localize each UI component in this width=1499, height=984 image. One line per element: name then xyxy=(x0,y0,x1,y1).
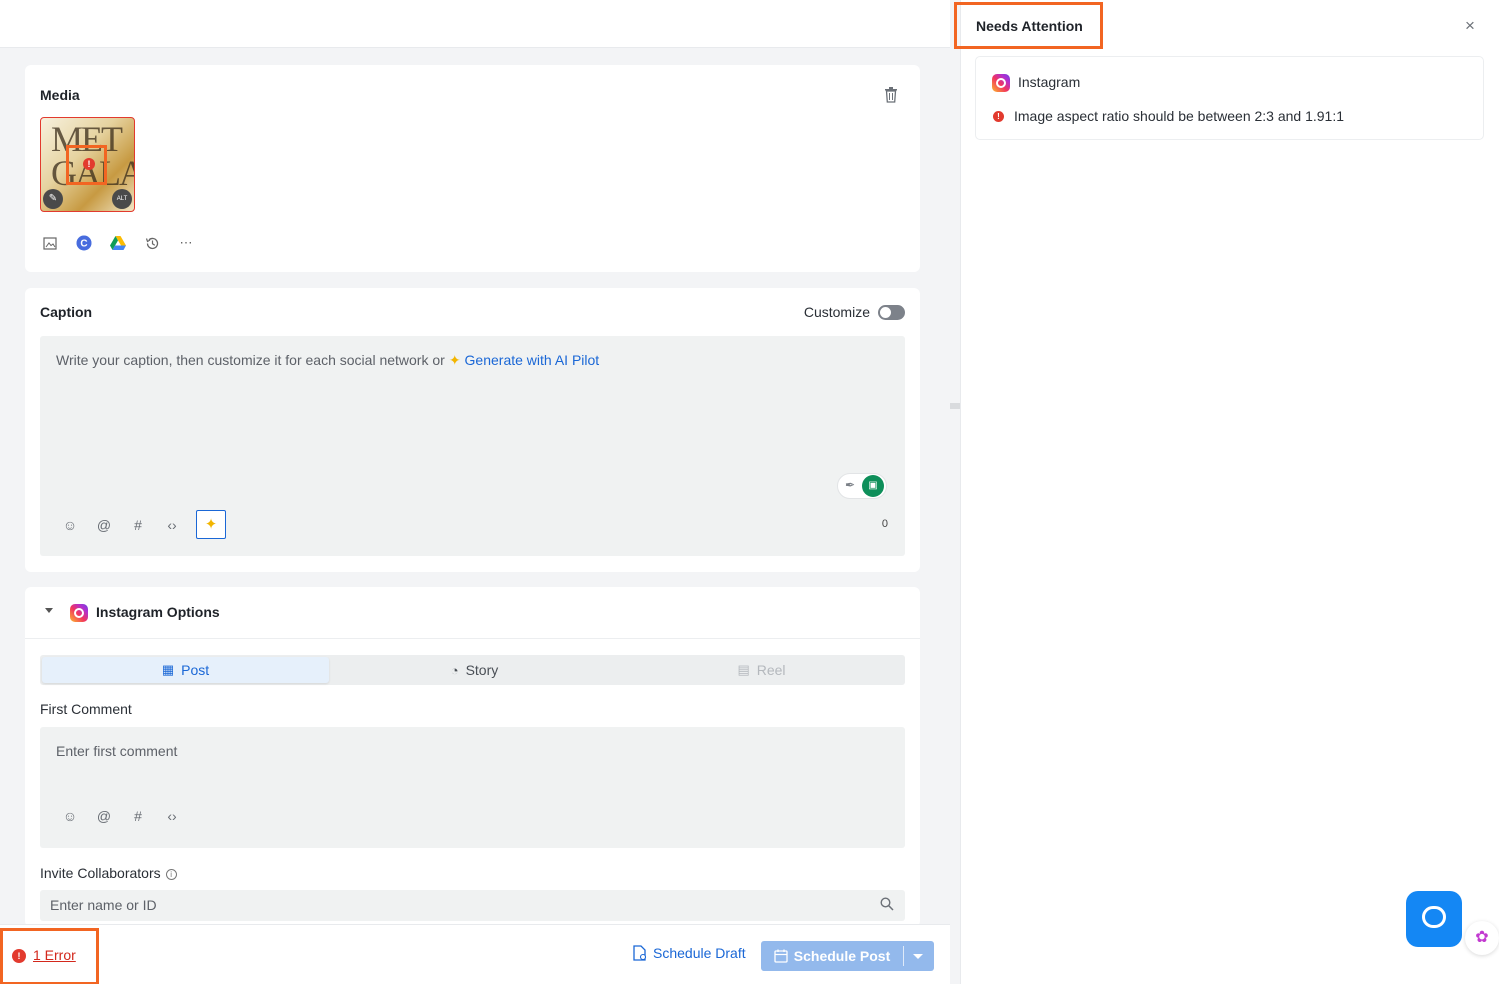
issue-network: Instagram xyxy=(1018,74,1081,90)
feather-icon[interactable]: ✒ xyxy=(845,478,861,494)
tab-post[interactable]: ▦ Post xyxy=(42,657,329,683)
help-chat-button[interactable] xyxy=(1406,891,1462,947)
history-icon[interactable] xyxy=(142,233,162,253)
top-bar xyxy=(0,0,950,48)
error-icon: ! xyxy=(83,158,95,170)
schedule-post-button[interactable]: Schedule Post xyxy=(761,941,934,971)
character-count: 0 xyxy=(881,518,888,530)
first-comment-input[interactable]: Enter first comment ☺ @ # ‹› xyxy=(40,727,905,848)
canva-icon[interactable]: C xyxy=(74,233,94,253)
instagram-options-card: Instagram Options ▦ Post ◔ Story ▤ Reel … xyxy=(25,587,920,924)
schedule-post-main[interactable]: Schedule Post xyxy=(761,941,903,971)
button-divider xyxy=(903,946,904,966)
panel-resize-handle[interactable] xyxy=(950,403,960,409)
emoji-icon[interactable]: ☺ xyxy=(60,515,80,535)
caption-placeholder: Write your caption, then customize it fo… xyxy=(56,352,599,369)
media-toolbar: C ⋯ xyxy=(40,233,196,253)
mention-icon[interactable]: @ xyxy=(94,806,114,826)
post-type-tabs: ▦ Post ◔ Story ▤ Reel xyxy=(40,655,905,685)
media-thumbnail[interactable]: MET GALA ! ✎ ALT xyxy=(40,117,135,212)
customize-label: Customize xyxy=(803,304,870,320)
media-title: Media xyxy=(40,87,80,103)
hashtag-icon[interactable]: # xyxy=(128,806,148,826)
edit-icon[interactable]: ✎ xyxy=(43,189,63,209)
more-options-icon[interactable]: ⋯ xyxy=(176,233,196,253)
issue-message: Image aspect ratio should be between 2:3… xyxy=(1014,108,1345,124)
chevron-down-icon[interactable] xyxy=(913,954,923,959)
reel-icon: ▤ xyxy=(737,662,750,677)
instagram-options-title: Instagram Options xyxy=(96,604,220,620)
schedule-draft-label: Schedule Draft xyxy=(653,945,746,961)
ai-sparkle-icon[interactable]: ✦ xyxy=(196,510,226,539)
sparkle-icon: ✦ xyxy=(448,352,461,368)
first-comment-label: First Comment xyxy=(40,701,132,717)
caption-placeholder-text: Write your caption, then customize it fo… xyxy=(56,352,445,368)
tab-story[interactable]: ◔ Story xyxy=(331,655,618,685)
customize-toggle-group: Customize xyxy=(804,304,905,320)
mention-icon[interactable]: @ xyxy=(94,515,114,535)
collaborators-label-group: Invite Collaborators i xyxy=(40,865,177,881)
info-icon[interactable]: i xyxy=(165,868,177,880)
emoji-icon[interactable]: ☺ xyxy=(60,806,80,826)
search-icon[interactable] xyxy=(880,897,894,911)
caption-toolbar: ☺ @ # ‹› ✦ xyxy=(60,510,226,539)
comment-toolbar: ☺ @ # ‹› xyxy=(60,806,182,826)
issue-card: Instagram ! Image aspect ratio should be… xyxy=(975,56,1484,140)
tab-reel-label: Reel xyxy=(756,662,786,678)
alt-text-badge[interactable]: ALT xyxy=(112,189,132,209)
story-icon: ◔ xyxy=(450,662,459,678)
generate-ai-link[interactable]: Generate with AI Pilot xyxy=(465,352,600,368)
instagram-icon xyxy=(70,604,88,622)
close-icon[interactable]: × xyxy=(1463,17,1477,34)
google-drive-icon[interactable] xyxy=(108,233,128,253)
panel-title: Needs Attention xyxy=(976,18,1083,34)
collaborators-label: Invite Collaborators xyxy=(40,865,161,881)
chat-bubble-icon xyxy=(1422,906,1446,928)
brain-icon[interactable]: ✿ xyxy=(1465,921,1499,955)
schedule-post-label: Schedule Post xyxy=(793,948,891,964)
tab-reel: ▤ Reel xyxy=(618,655,905,685)
instagram-options-header[interactable]: Instagram Options xyxy=(25,587,920,639)
code-icon[interactable]: ‹› xyxy=(162,515,182,535)
media-card: Media MET GALA ! ✎ ALT C ⋯ xyxy=(25,65,920,272)
upload-image-icon[interactable] xyxy=(40,233,60,253)
trash-icon[interactable] xyxy=(884,87,898,103)
tab-post-label: Post xyxy=(181,662,210,678)
customize-toggle[interactable] xyxy=(878,304,905,320)
extension-icons: ✒ ▣ xyxy=(837,473,887,499)
composer-pane: Media MET GALA ! ✎ ALT C ⋯ Caption Custo… xyxy=(0,49,950,924)
code-icon[interactable]: ‹› xyxy=(162,806,182,826)
calendar-icon xyxy=(774,949,788,963)
hashtag-icon[interactable]: # xyxy=(128,515,148,535)
caption-editor[interactable]: Write your caption, then customize it fo… xyxy=(40,336,905,556)
caption-card: Caption Customize Write your caption, th… xyxy=(25,288,920,572)
collapse-caret-icon[interactable] xyxy=(45,608,53,613)
error-count-link[interactable]: 1 Error xyxy=(33,947,76,963)
svg-text:C: C xyxy=(80,239,87,250)
needs-attention-panel xyxy=(960,0,1499,984)
collaborators-placeholder: Enter name or ID xyxy=(50,897,157,913)
composer-footer: ! 1 Error Schedule Draft Schedule Post xyxy=(0,924,950,984)
bot-icon[interactable]: ▣ xyxy=(862,475,884,497)
error-icon: ! xyxy=(12,949,26,963)
error-icon: ! xyxy=(993,111,1004,122)
draft-file-icon xyxy=(633,945,647,961)
caption-title: Caption xyxy=(40,304,93,320)
tab-story-label: Story xyxy=(465,662,499,678)
instagram-icon xyxy=(992,74,1010,92)
first-comment-placeholder: Enter first comment xyxy=(56,743,178,759)
schedule-draft-button[interactable]: Schedule Draft xyxy=(633,945,746,961)
collaborators-input[interactable]: Enter name or ID xyxy=(40,890,905,921)
grid-icon: ▦ xyxy=(161,662,175,677)
